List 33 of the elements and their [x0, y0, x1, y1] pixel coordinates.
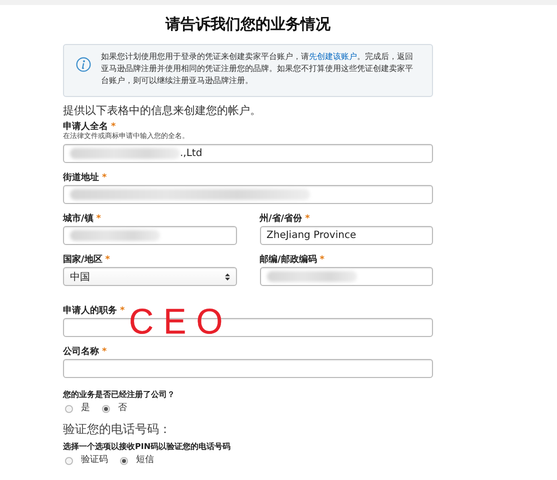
field-label: 申请人的职务 *	[63, 306, 125, 316]
country-select[interactable]: 中国	[63, 267, 236, 286]
input-field[interactable]	[260, 267, 433, 286]
question-label: 您的业务是否已经注册了公司？	[63, 390, 175, 400]
field-label: 州/省/省份 *	[260, 214, 310, 224]
page-title: 请告诉我们您的业务情况	[164, 15, 332, 34]
input-field[interactable]: ZheJiang Province	[260, 226, 433, 245]
section-heading: 验证您的电话号码：	[63, 422, 171, 436]
field-label: 公司名称 *	[63, 347, 107, 357]
input-field[interactable]	[63, 226, 236, 245]
handwritten-annotation: CEO	[129, 301, 233, 344]
radio-option[interactable]: 否	[102, 403, 127, 414]
select-arrows-icon	[224, 272, 230, 280]
radio-button[interactable]	[120, 456, 128, 464]
radio-button[interactable]	[65, 456, 73, 464]
input-field[interactable]	[63, 359, 433, 378]
radio-button[interactable]	[65, 404, 73, 412]
create-account-link[interactable]: 先创建该账户	[309, 52, 357, 61]
input-field[interactable]	[63, 185, 433, 204]
intro-text: 提供以下表格中的信息来创建您的帐户。	[63, 104, 261, 118]
radio-option[interactable]: 验证码	[65, 455, 108, 466]
field-label: 街道地址 *	[63, 173, 107, 183]
field-label: 国家/地区 *	[63, 255, 110, 265]
field-label: 邮编/邮政编码 *	[260, 255, 325, 265]
question-label: 选择一个选项以接收PIN码以验证您的电话号码	[63, 442, 231, 452]
field-label: 申请人全名 *	[63, 122, 116, 132]
radio-button[interactable]	[102, 404, 110, 412]
radio-option[interactable]: 是	[65, 403, 90, 414]
radio-option[interactable]: 短信	[120, 455, 154, 466]
info-icon	[76, 57, 91, 72]
notice-text: 如果您计划使用您用于登录的凭证来创建卖家平台账户，请先创建该账户。完成后，返回亚马逊品牌注册并使用相同的凭证注册您的品牌。如果您不打算使用这些凭证创建卖家平台账户，则可以继续注册亚马逊品牌注册。	[101, 51, 414, 87]
field-label: 城市/镇 *	[63, 214, 102, 224]
input-field[interactable]: .,Ltd	[63, 144, 433, 163]
